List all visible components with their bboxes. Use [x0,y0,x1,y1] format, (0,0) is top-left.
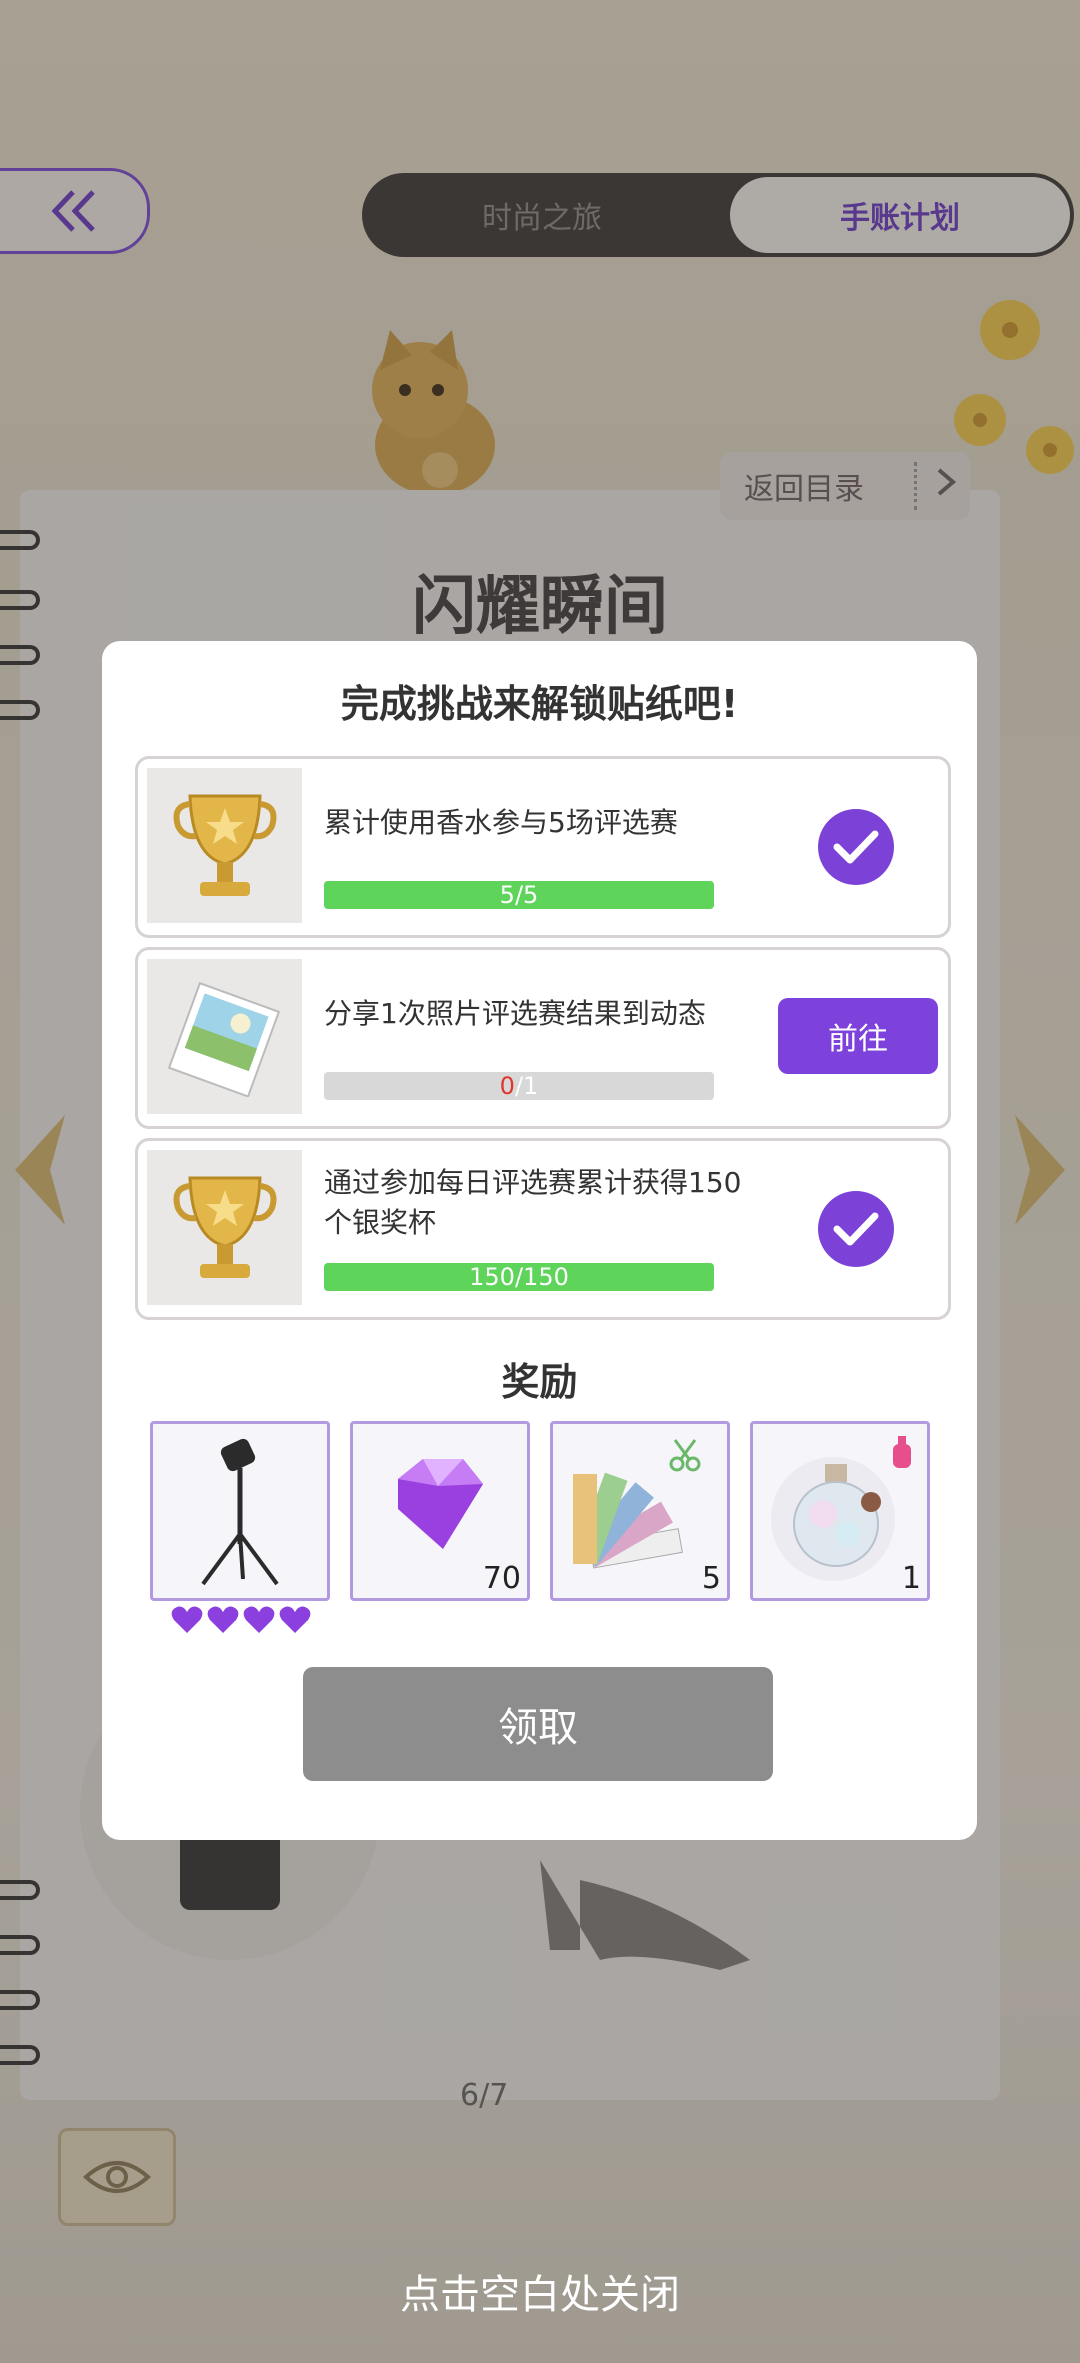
close-hint[interactable]: 点击空白处关闭 [0,2262,1080,2320]
heart-icon [279,1606,311,1633]
heart-icon [171,1606,203,1633]
reward-item[interactable]: 5 [550,1421,730,1601]
progress-current: 5 [499,881,515,909]
completed-check-icon [818,1191,894,1267]
reward-item[interactable]: 1 [750,1421,930,1601]
reward-count: 5 [701,1561,721,1596]
scissors-icon [669,1439,701,1472]
task-item: 分享1次照片评选赛结果到动态 0/1 前往 [135,947,951,1129]
dialog-title: 完成挑战来解锁贴纸吧! [340,682,739,726]
perfume-badge-icon [893,1436,911,1468]
trophy-icon [173,1176,276,1278]
task-image [147,959,302,1114]
rewards-title: 奖励 [501,1360,578,1404]
task-progress-bar: 150/150 [324,1263,714,1291]
progress-total: 1 [523,1072,539,1100]
task-progress-bar: 0/1 [324,1072,714,1100]
reward-count: 70 [482,1561,521,1596]
task-description: 通过参加每日评选赛累计获得150个银奖杯 [324,1166,742,1239]
heart-icon [207,1606,239,1633]
spotlight-stand-icon [201,1438,279,1586]
progress-total: 5 [523,881,539,909]
task-item: 通过参加每日评选赛累计获得150个银奖杯 150/150 [135,1138,951,1320]
progress-current: 0 [499,1072,515,1100]
perfume-bottle-icon [771,1436,911,1581]
progress-text: 150/150 [469,1263,569,1291]
reward-count: 1 [901,1561,921,1596]
reward-item[interactable] [150,1421,330,1601]
task-progress-bar: 5/5 [324,881,714,909]
claim-button[interactable]: 领取 [303,1667,773,1781]
completed-check-icon [818,809,894,885]
progress-text: 0/1 [499,1072,539,1100]
task-item: 累计使用香水参与5场评选赛 5/5 [135,756,951,938]
task-image [147,1150,302,1305]
progress-current: 150 [469,1263,515,1291]
photo-icon [167,981,280,1097]
reward-item[interactable]: 70 [350,1421,530,1601]
color-swatch-icon [573,1439,701,1569]
task-image [147,768,302,923]
challenge-dialog: 完成挑战来解锁贴纸吧! 累计使用香水参与5场评选赛 5/5 分享1次照片评选赛结… [102,641,977,1840]
task-description: 累计使用香水参与5场评选赛 [324,806,678,839]
progress-text: 5/5 [499,881,539,909]
rarity-hearts [170,1603,312,1637]
trophy-icon [173,794,276,896]
go-button[interactable]: 前往 [778,998,938,1074]
progress-total: 150 [523,1263,569,1291]
heart-icon [243,1606,275,1633]
task-description: 分享1次照片评选赛结果到动态 [324,997,706,1030]
